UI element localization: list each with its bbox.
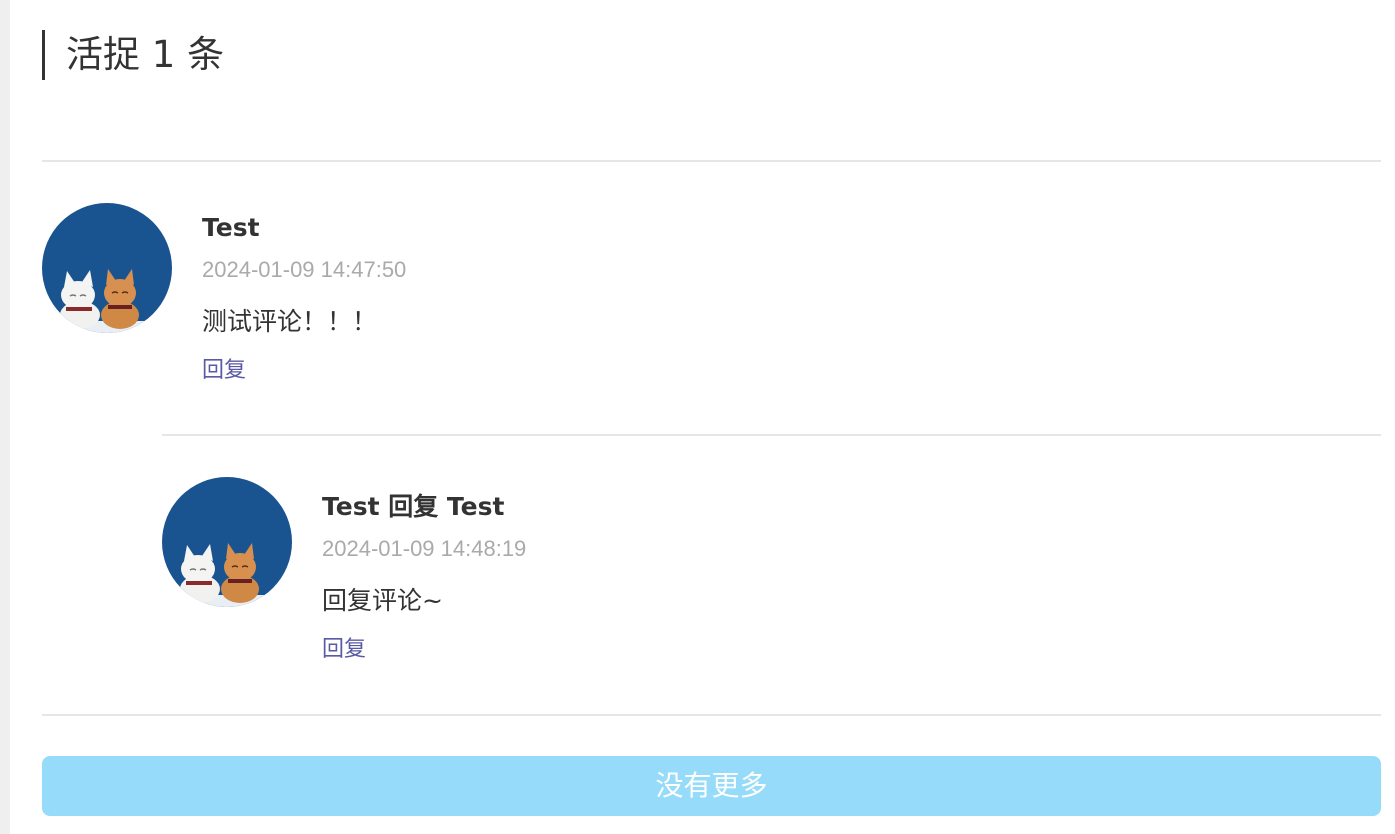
avatar[interactable]: [42, 203, 172, 333]
list-end-divider: [42, 714, 1381, 716]
comment-author: Test 回复 Test: [322, 492, 505, 521]
reply-button[interactable]: 回复: [202, 356, 246, 386]
comment-page: 活捉 1 条 Test 2024-01-09 14:47:50 测试评论！！！ …: [0, 0, 1395, 834]
reply-divider: [162, 434, 1381, 436]
avatar[interactable]: [162, 477, 292, 607]
title-divider: [42, 160, 1381, 162]
left-gutter: [0, 0, 10, 834]
comment-text: 回复评论~: [322, 586, 443, 615]
comment-timestamp: 2024-01-09 14:47:50: [202, 257, 407, 282]
comment-text: 测试评论！！！: [202, 307, 378, 336]
no-more-button[interactable]: 没有更多: [42, 756, 1381, 816]
page-title: 活捉 1 条: [42, 30, 224, 80]
cats-avatar-icon: [42, 203, 172, 333]
reply-button[interactable]: 回复: [322, 635, 366, 665]
comment-author: Test: [202, 213, 260, 242]
cats-avatar-icon: [162, 477, 292, 607]
comment-timestamp: 2024-01-09 14:48:19: [322, 536, 527, 561]
